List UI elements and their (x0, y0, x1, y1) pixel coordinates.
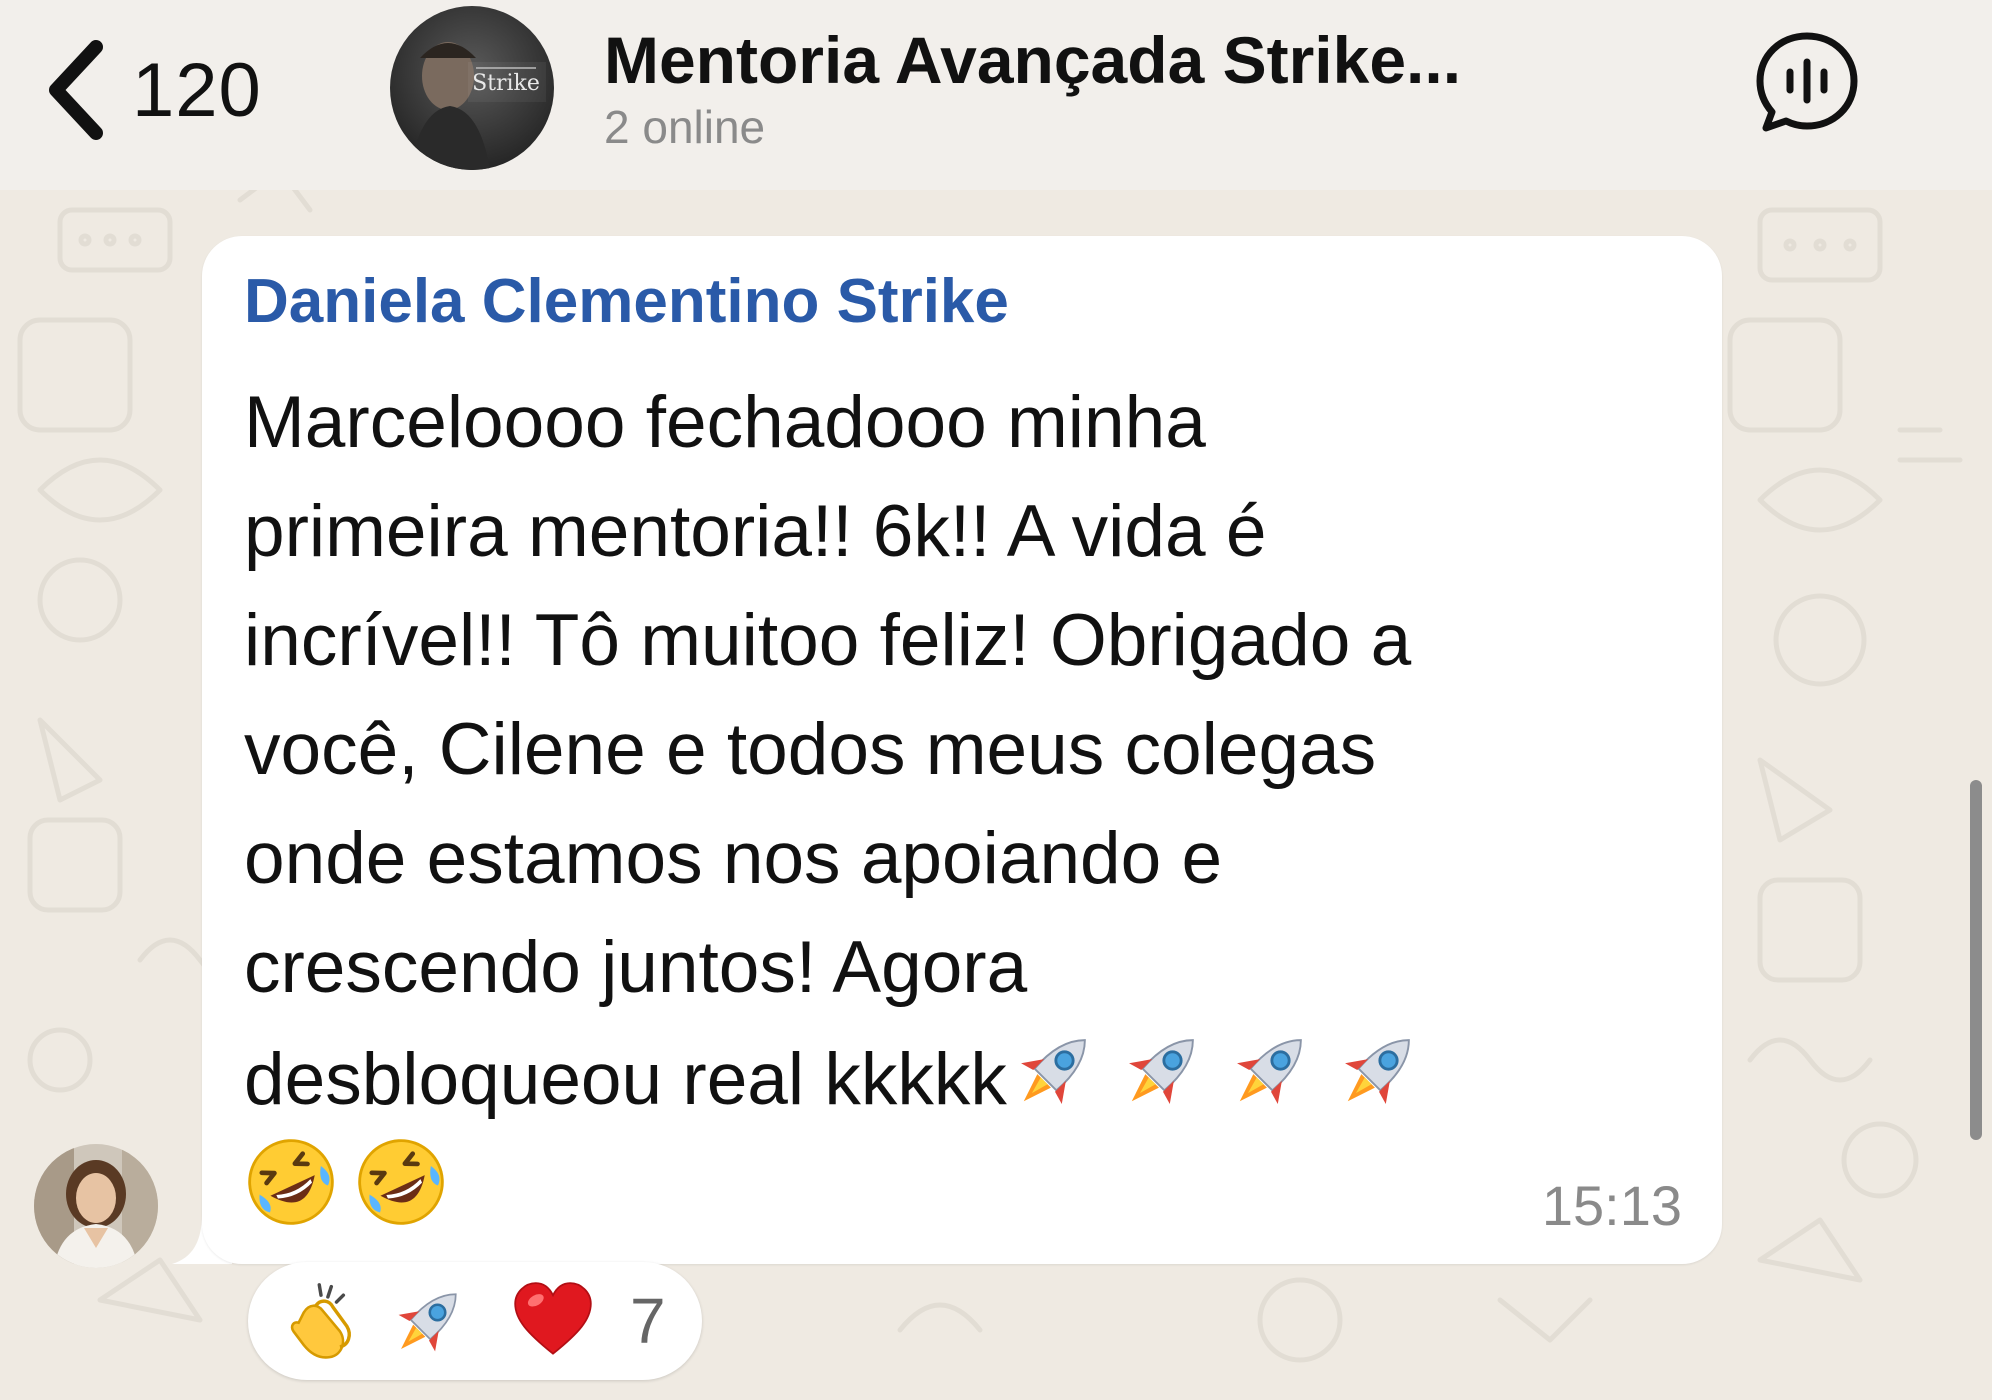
group-title[interactable]: Mentoria Avançada Strike... (604, 22, 1461, 98)
rocket-emojis (1007, 1039, 1439, 1120)
clapping-hands-icon (290, 1283, 351, 1359)
sender-name[interactable]: Daniela Clementino Strike (244, 266, 1009, 337)
voice-chat-icon (1756, 32, 1858, 132)
chevron-left-icon (49, 40, 103, 140)
unread-count: 120 (132, 47, 262, 133)
back-button[interactable]: 120 (40, 30, 262, 150)
rocket-icon (1236, 1039, 1302, 1104)
chat-header: 120 Strike Mentoria Avançada Strike... 2… (0, 0, 1992, 190)
reaction-count: 7 (630, 1285, 666, 1357)
rocket-icon (1128, 1039, 1194, 1104)
svg-text:Strike: Strike (472, 71, 540, 96)
message-text: Marceloooo fechadooo minha primeira ment… (244, 368, 1714, 1243)
group-avatar[interactable]: Strike (390, 6, 554, 170)
online-status: 2 online (604, 101, 766, 153)
rolling-laughing-icon (248, 1139, 334, 1225)
message-bubble[interactable]: Daniela Clementino Strike Marceloooo fec… (202, 236, 1722, 1264)
voice-chat-button[interactable] (1752, 28, 1862, 138)
message-body: Marceloooo fechadooo minha primeira ment… (244, 382, 1412, 1120)
reactions-bar[interactable]: 7 (248, 1262, 702, 1380)
laugh-emojis (244, 1139, 464, 1229)
scrollbar[interactable] (1970, 780, 1982, 1140)
rocket-icon (1344, 1039, 1410, 1104)
rocket-icon (1020, 1039, 1086, 1104)
rolling-laughing-icon (358, 1139, 444, 1225)
red-heart-icon (514, 1282, 592, 1355)
message-time: 15:13 (1541, 1174, 1682, 1237)
rocket-icon (398, 1293, 457, 1352)
sender-avatar[interactable] (34, 1144, 158, 1268)
